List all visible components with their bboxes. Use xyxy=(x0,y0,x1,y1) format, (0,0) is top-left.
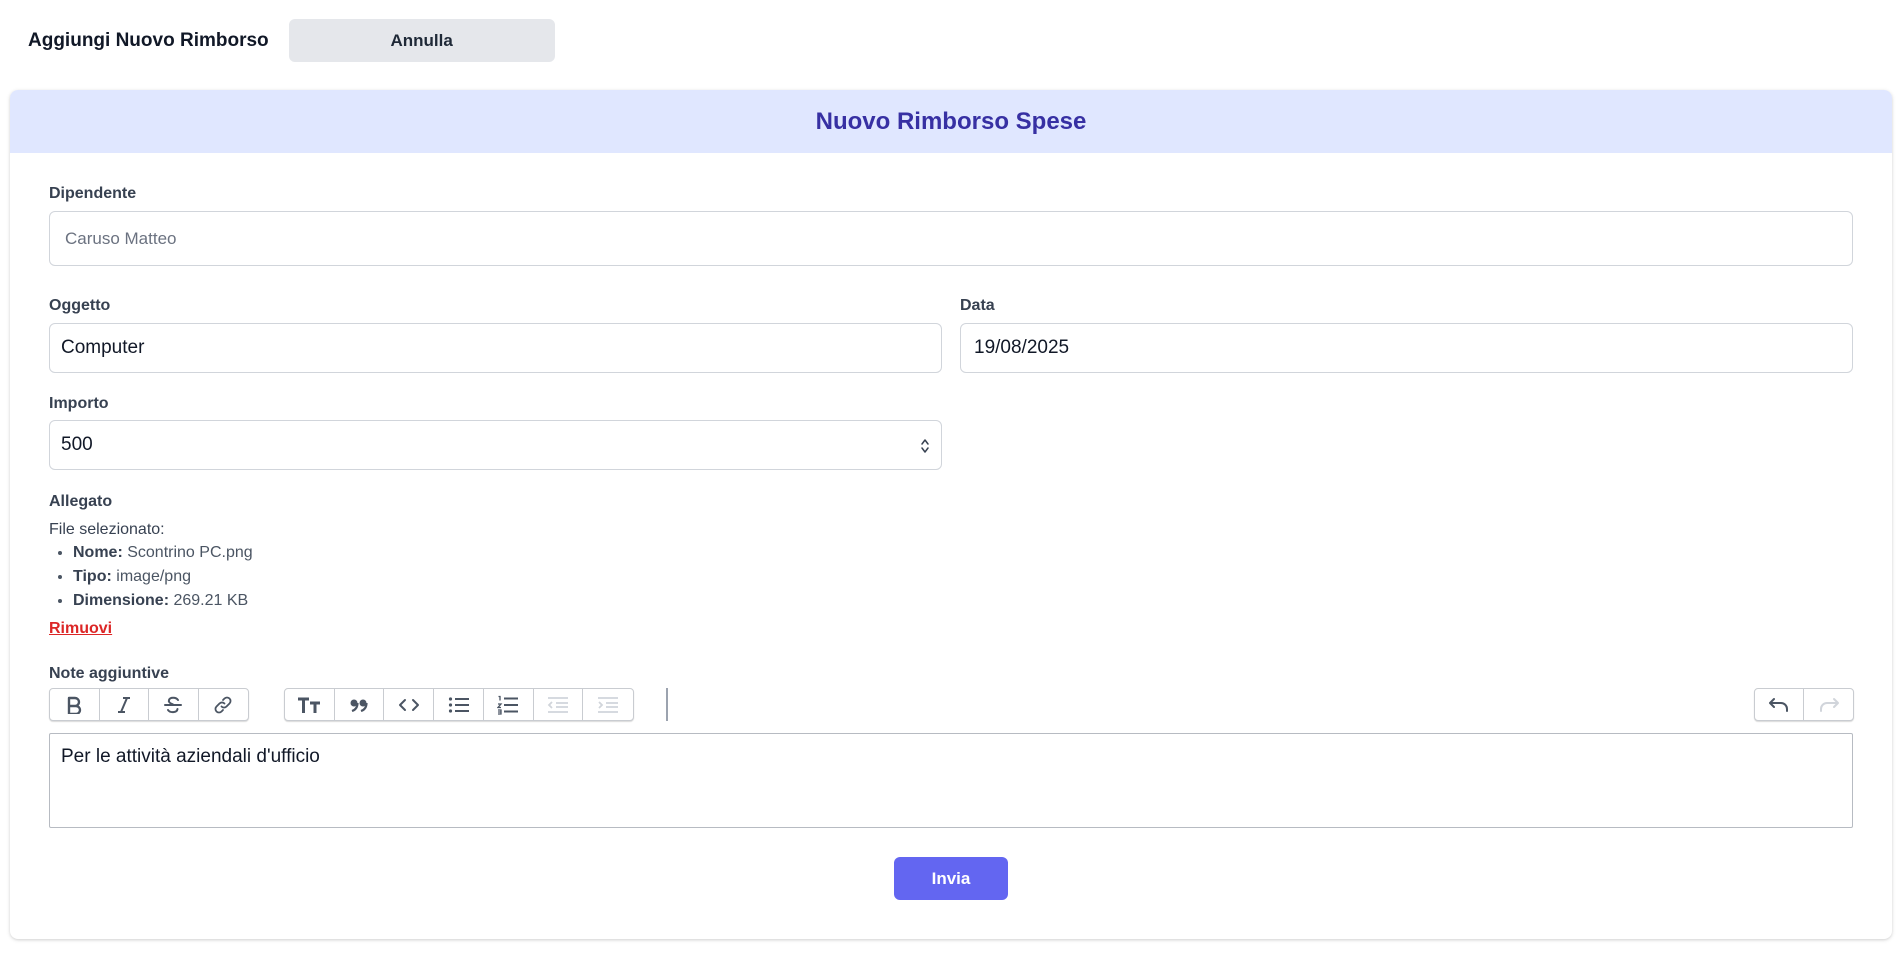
employee-label: Dipendente xyxy=(49,185,137,202)
bullet-list-button[interactable] xyxy=(434,689,484,720)
indent-button[interactable] xyxy=(583,689,633,720)
subject-label: Oggetto xyxy=(49,297,111,314)
toolbar-history-group xyxy=(1754,688,1854,721)
date-input[interactable]: 19/08/2025 xyxy=(960,323,1853,373)
link-icon xyxy=(214,696,232,713)
date-value: 19/08/2025 xyxy=(974,337,1070,358)
file-type-label: Tipo: xyxy=(73,568,112,585)
numbered-list-button[interactable] xyxy=(484,689,534,720)
file-size-label: Dimensione: xyxy=(73,592,170,609)
undo-icon xyxy=(1769,697,1788,712)
file-name-label: Nome: xyxy=(73,544,123,561)
top-bar: Aggiungi Nuovo Rimborso Annulla xyxy=(28,19,555,62)
amount-value: 500 xyxy=(61,434,93,455)
cancel-button[interactable]: Annulla xyxy=(288,19,555,62)
remove-attachment-link[interactable]: Rimuovi xyxy=(49,620,112,638)
bold-icon xyxy=(68,696,82,714)
indent-icon xyxy=(598,696,619,713)
list-item: Tipo: image/png xyxy=(73,565,253,589)
heading-icon xyxy=(298,697,321,713)
redo-button[interactable] xyxy=(1804,689,1853,720)
amount-label: Importo xyxy=(49,395,109,412)
code-button[interactable] xyxy=(384,689,435,720)
form-title: Nuovo Rimborso Spese xyxy=(815,107,1087,135)
italic-icon xyxy=(117,696,130,713)
page-title: Aggiungi Nuovo Rimborso xyxy=(28,29,269,51)
quote-icon xyxy=(350,699,368,712)
italic-button[interactable] xyxy=(100,689,149,720)
subject-value: Computer xyxy=(61,337,145,358)
toolbar-text-format-group xyxy=(49,688,249,721)
file-size-value: 269.21 KB xyxy=(173,592,249,609)
employee-input[interactable]: Caruso Matteo xyxy=(49,211,1853,266)
submit-button[interactable]: Invia xyxy=(894,857,1008,900)
amount-input[interactable]: 500 xyxy=(49,420,942,470)
file-name-value: Scontrino PC.png xyxy=(127,544,253,561)
bold-button[interactable] xyxy=(50,689,100,720)
attachment-label: Allegato xyxy=(49,493,113,510)
notes-editor[interactable]: Per le attività aziendali d'ufficio xyxy=(49,733,1853,828)
file-type-value: image/png xyxy=(116,568,191,585)
numbered-list-icon xyxy=(497,695,519,715)
toolbar-divider xyxy=(666,688,668,721)
code-icon xyxy=(398,698,419,711)
employee-value: Caruso Matteo xyxy=(65,228,177,248)
redo-icon xyxy=(1819,697,1839,712)
form-header: Nuovo Rimborso Spese xyxy=(10,90,1892,153)
strikethrough-icon xyxy=(164,696,183,713)
toolbar-block-format-group xyxy=(284,688,634,721)
list-item: Nome: Scontrino PC.png xyxy=(73,541,253,565)
outdent-button[interactable] xyxy=(534,689,584,720)
number-spinner-icon[interactable] xyxy=(919,436,931,456)
undo-button[interactable] xyxy=(1755,689,1805,720)
bullet-list-icon xyxy=(448,696,469,713)
heading-button[interactable] xyxy=(285,689,335,720)
quote-button[interactable] xyxy=(335,689,385,720)
link-button[interactable] xyxy=(199,689,249,720)
strikethrough-button[interactable] xyxy=(149,689,199,720)
date-label: Data xyxy=(960,297,995,314)
notes-label: Note aggiuntive xyxy=(49,665,170,682)
subject-input[interactable]: Computer xyxy=(49,323,942,373)
list-item: Dimensione: 269.21 KB xyxy=(73,589,253,613)
file-selected-text: File selezionato: xyxy=(49,521,165,538)
outdent-icon xyxy=(547,696,568,713)
file-details-list: Nome: Scontrino PC.png Tipo: image/png D… xyxy=(49,541,253,613)
notes-content: Per le attività aziendali d'ufficio xyxy=(61,746,320,767)
